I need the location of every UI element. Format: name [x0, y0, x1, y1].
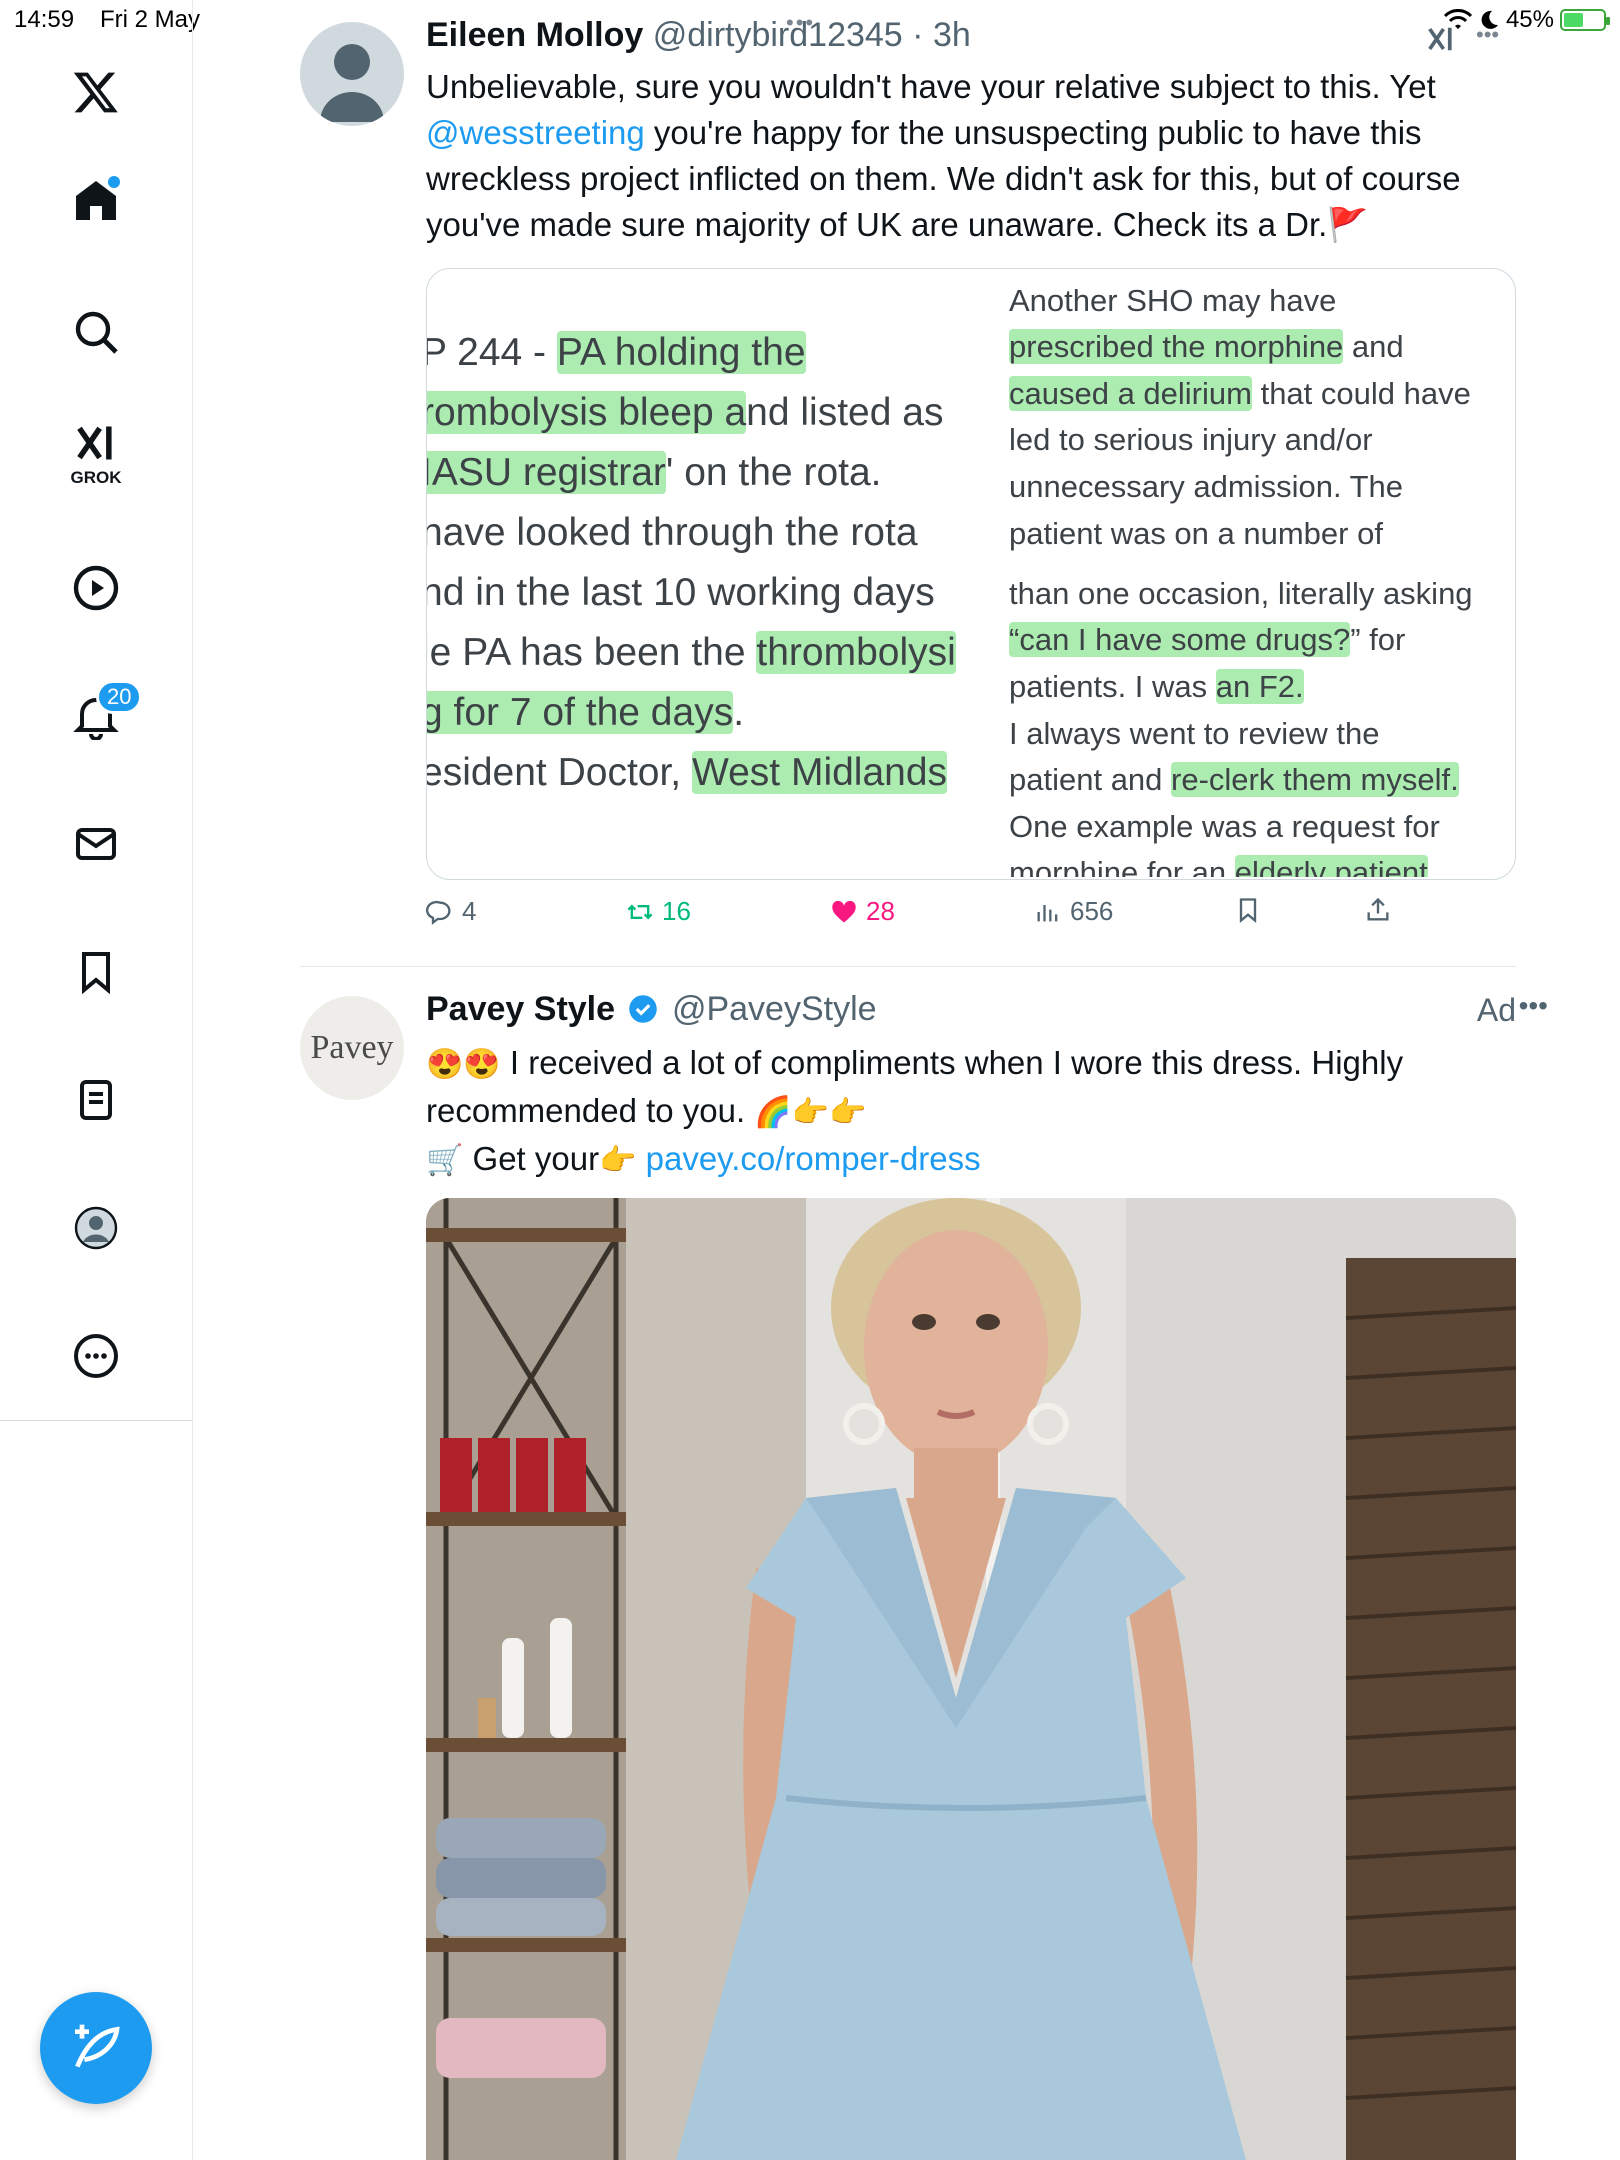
- grok-icon: [77, 426, 112, 460]
- heart-icon: [832, 900, 856, 922]
- tweet-time: · 3h: [912, 16, 971, 54]
- grok-explain-icon[interactable]: [1426, 24, 1456, 54]
- rainbow-pointing-emoji: 🌈👉👉: [754, 1096, 867, 1129]
- tweet-more-icon[interactable]: •••: [1519, 990, 1548, 1022]
- views-chart-icon: [1037, 904, 1058, 921]
- tweet-header: Pavey Style @PaveyStyle: [426, 990, 877, 1029]
- search-icon[interactable]: [56, 292, 136, 372]
- cart-emoji: 🛒: [426, 1144, 464, 1177]
- pointing-emoji: 👉: [599, 1144, 637, 1177]
- ad-video-thumbnail[interactable]: [426, 1198, 1516, 2160]
- avatar[interactable]: [300, 22, 404, 126]
- bookmark-icon[interactable]: [56, 932, 136, 1012]
- image-panel-left: P 244 - PA holding the rombolysis bleep …: [427, 269, 987, 877]
- home-icon[interactable]: [56, 160, 136, 240]
- video-play-icon[interactable]: [56, 548, 136, 628]
- views-button[interactable]: 656: [1034, 896, 1113, 927]
- profile-avatar-icon[interactable]: [56, 1188, 136, 1268]
- like-button[interactable]: 28: [830, 896, 895, 927]
- repost-button[interactable]: 16: [626, 896, 691, 927]
- tweet-actions: 4 16 28 656: [426, 896, 1426, 936]
- ad-label: Ad: [1476, 992, 1516, 1028]
- tweet-more-icon[interactable]: •••: [1476, 22, 1499, 48]
- mention-link[interactable]: @wesstreeting: [426, 114, 645, 151]
- author-handle[interactable]: @dirtybird12345: [653, 16, 903, 54]
- tweet-text: 😍😍 I received a lot of compliments when …: [426, 1044, 1404, 1177]
- grok-label: GROK: [70, 468, 122, 487]
- like-count: 28: [866, 896, 895, 926]
- reply-button[interactable]: 4: [426, 896, 476, 927]
- tweet-image[interactable]: P 244 - PA holding the rombolysis bleep …: [426, 268, 1516, 880]
- reply-count: 4: [462, 896, 477, 926]
- sidebar: GROK 20: [0, 0, 193, 2160]
- nav-item-grok[interactable]: GROK: [56, 412, 136, 492]
- views-count: 656: [1070, 896, 1114, 926]
- lists-icon[interactable]: [56, 1060, 136, 1140]
- compose-post-button[interactable]: [40, 1992, 152, 2104]
- avatar[interactable]: Pavey: [300, 996, 404, 1100]
- verified-badge-icon: [629, 995, 658, 1023]
- notifications-badge: 20: [96, 680, 143, 714]
- share-icon: [1367, 897, 1389, 921]
- reply-icon: [426, 900, 451, 925]
- image-panel-right: Another SHO may have prescribed the morp…: [993, 269, 1513, 877]
- pavey-logo-text: Pavey: [310, 1029, 394, 1066]
- tweet-divider: [300, 966, 1516, 967]
- battery-percent: 45%: [1505, 6, 1554, 33]
- tweet-header: Eileen Molloy @dirtybird12345 · 3h: [426, 16, 971, 55]
- status-right: 45%: [1443, 6, 1610, 34]
- notifications-bell-icon[interactable]: 20: [56, 676, 143, 756]
- bookmark-button[interactable]: [1234, 896, 1262, 924]
- sidebar-divider: [0, 1420, 192, 1421]
- bookmark-outline-icon: [1239, 898, 1257, 923]
- author-name[interactable]: Eileen Molloy: [426, 16, 643, 54]
- repost-icon: [627, 904, 653, 919]
- ad-link[interactable]: pavey.co/romper-dress: [646, 1140, 981, 1177]
- battery-icon: [1560, 9, 1610, 31]
- red-flag-emoji: 🚩: [1327, 206, 1369, 243]
- author-handle[interactable]: @PaveyStyle: [672, 990, 877, 1028]
- heart-eyes-emoji: 😍😍: [426, 1048, 501, 1081]
- more-options-icon[interactable]: [56, 1316, 136, 1396]
- share-button[interactable]: [1364, 896, 1392, 924]
- tweet-text: Unbelievable, sure you wouldn't have you…: [426, 68, 1461, 243]
- x-logo-icon[interactable]: [56, 52, 136, 132]
- messages-mail-icon[interactable]: [56, 804, 136, 884]
- repost-count: 16: [662, 896, 691, 926]
- home-notification-dot: [108, 176, 120, 188]
- author-name[interactable]: Pavey Style: [426, 990, 615, 1028]
- compose-feather-icon: [75, 2024, 120, 2068]
- dress-photo-illustration: [426, 1198, 1516, 2160]
